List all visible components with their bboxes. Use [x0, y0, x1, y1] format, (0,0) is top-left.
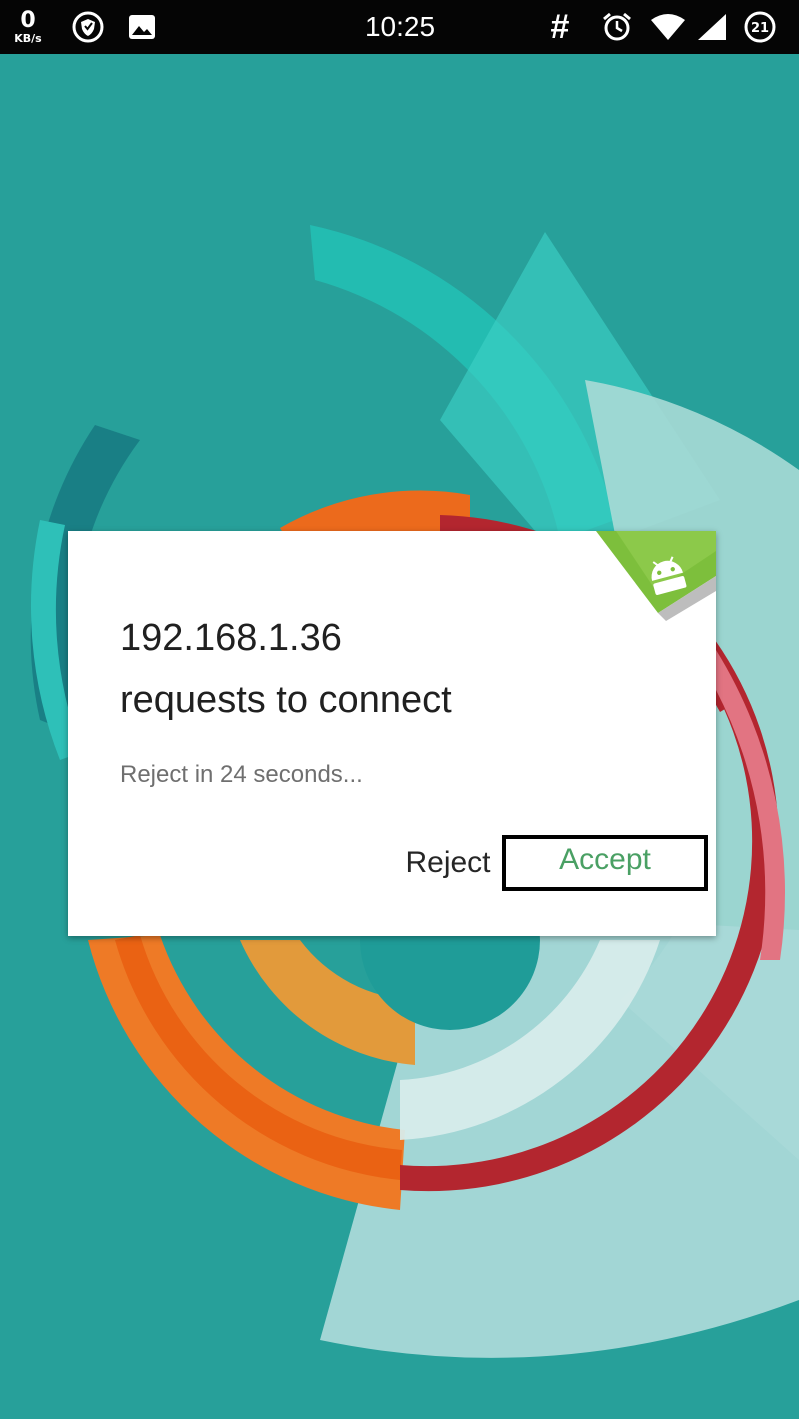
battery-level: 21 — [751, 21, 769, 36]
hash-indicator: # — [550, 7, 570, 46]
accept-button[interactable]: Accept — [502, 835, 708, 891]
net-speed-indicator: 0 KB/s — [10, 0, 46, 54]
reject-button[interactable]: Reject — [398, 841, 498, 885]
dialog-subtitle: requests to connect — [120, 679, 452, 721]
connect-request-dialog: 192.168.1.36 requests to connect Reject … — [68, 531, 716, 936]
dialog-title: 192.168.1.36 — [120, 617, 342, 659]
net-speed-unit: KB/s — [14, 32, 42, 45]
countdown-text: Reject in 24 seconds... — [120, 761, 363, 788]
shield-icon — [66, 0, 110, 54]
android-icon — [596, 531, 716, 621]
signal-icon — [690, 0, 734, 54]
image-icon — [120, 0, 164, 54]
status-clock: 10:25 — [364, 11, 436, 42]
wifi-icon — [646, 0, 690, 54]
status-bar: 0 KB/s 10:25 # 21 — [0, 0, 799, 54]
alarm-icon — [595, 0, 639, 54]
phone-screen: 0 KB/s 10:25 # 21 192.168.1.36 requests … — [0, 0, 799, 1419]
battery-icon: 21 — [738, 0, 782, 54]
net-speed-value: 0 — [20, 8, 36, 33]
